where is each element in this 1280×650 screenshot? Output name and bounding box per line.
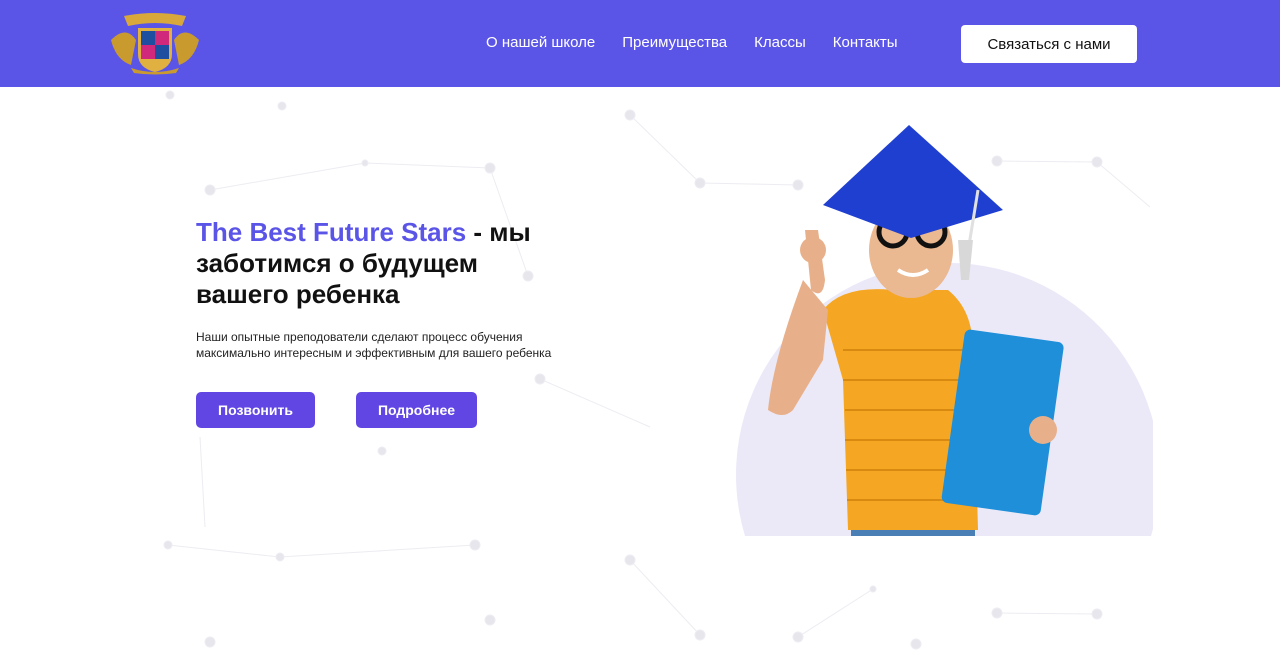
- nav-classes[interactable]: Классы: [754, 34, 806, 51]
- main-nav: О нашей школе Преимущества Классы Контак…: [486, 34, 898, 51]
- nav-advantages[interactable]: Преимущества: [622, 34, 727, 51]
- hero-description: Наши опытные преподователи сделают проце…: [196, 330, 552, 360]
- hero-image-child-graduate: [736, 125, 1153, 536]
- nav-about[interactable]: О нашей школе: [486, 34, 595, 51]
- more-button[interactable]: Подробнее: [356, 392, 477, 428]
- site-header: О нашей школе Преимущества Классы Контак…: [0, 0, 1280, 87]
- nav-contacts[interactable]: Контакты: [833, 34, 898, 51]
- hero-title-accent: The Best Future Stars: [196, 217, 467, 247]
- call-button[interactable]: Позвонить: [196, 392, 315, 428]
- contact-us-button[interactable]: Связаться с нами: [961, 25, 1137, 63]
- hero-title: The Best Future Stars - мы заботимся о б…: [196, 217, 576, 310]
- school-logo[interactable]: [106, 10, 204, 76]
